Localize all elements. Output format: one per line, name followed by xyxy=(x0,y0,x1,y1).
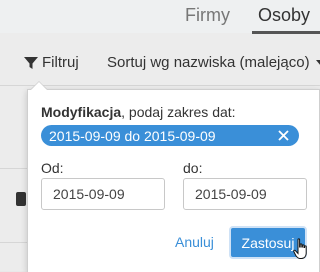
to-label: do: xyxy=(183,160,203,176)
sort-dropdown[interactable]: Sortuj wg nazwiska (malejąco) xyxy=(107,54,320,71)
list-divider xyxy=(0,168,28,169)
list-item-marker xyxy=(16,192,26,206)
list-divider xyxy=(0,242,28,243)
close-icon[interactable] xyxy=(278,130,289,141)
from-label: Od: xyxy=(41,160,64,176)
toolbar-divider xyxy=(0,85,320,86)
date-filter-popup: Modyfikacja, podaj zakres dat: 2015-09-0… xyxy=(27,89,320,272)
active-tab-indicator xyxy=(252,31,320,34)
tab-osoby[interactable]: Osoby xyxy=(258,4,310,26)
selected-range-tag: 2015-09-09 do 2015-09-09 xyxy=(41,125,299,146)
caret-down-icon xyxy=(315,59,320,65)
filter-button[interactable]: Filtruj xyxy=(24,54,79,71)
popup-arrow-fill xyxy=(31,82,47,90)
from-date-input[interactable] xyxy=(41,178,165,210)
popup-title-suffix: , podaj zakres dat: xyxy=(121,104,236,120)
sort-label: Sortuj wg nazwiska (malejąco) xyxy=(107,54,310,71)
filter-label: Filtruj xyxy=(42,54,79,71)
cancel-button[interactable]: Anuluj xyxy=(175,234,214,250)
funnel-icon xyxy=(24,56,38,69)
popup-title: Modyfikacja, podaj zakres dat: xyxy=(41,104,236,120)
selected-range-text: 2015-09-09 do 2015-09-09 xyxy=(49,127,216,144)
hand-cursor-icon xyxy=(293,238,307,259)
popup-field-name: Modyfikacja xyxy=(41,104,122,120)
tab-firmy[interactable]: Firmy xyxy=(185,4,230,26)
to-date-input[interactable] xyxy=(183,178,307,210)
